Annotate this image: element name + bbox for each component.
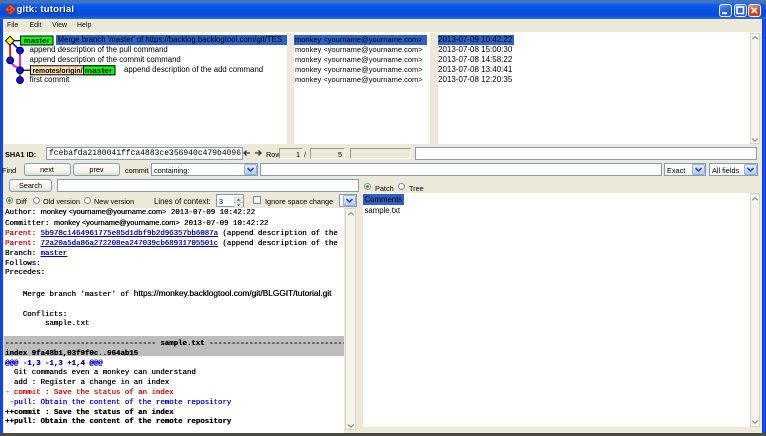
svg-text:remotes/origin/: remotes/origin/ <box>33 66 84 75</box>
svg-text:master: master <box>85 66 113 75</box>
svg-text:master: master <box>24 36 50 45</box>
